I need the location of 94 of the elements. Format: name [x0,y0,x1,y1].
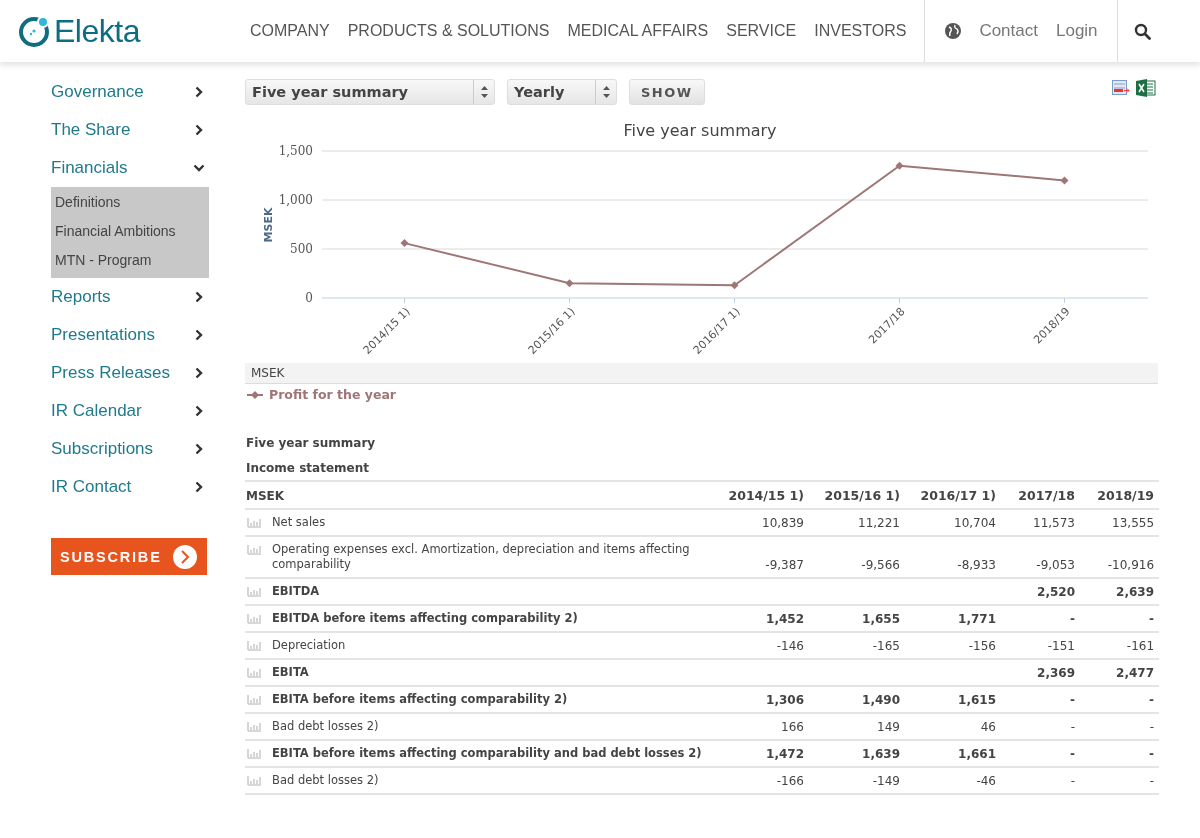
table-cell: - [1149,612,1155,626]
table-cell: 1,639 [862,747,900,761]
column-header: 2018/19 [1080,481,1160,509]
table-cell: 1,655 [862,612,900,626]
logo-text[interactable]: Elekta [54,12,140,50]
axis-title: MSEK [262,207,275,243]
table-cell: 11,221 [858,516,900,530]
column-header: MSEK [245,481,713,509]
row-label: EBITDA [272,584,321,599]
table-cell: - [1149,693,1155,707]
sidebar-item[interactable]: Governance [51,73,209,111]
sidebar-item[interactable]: IR Calendar [51,392,209,430]
table-cell: -146 [776,639,804,653]
table-cell: -165 [872,639,900,653]
table-cell: - [1070,774,1075,788]
table-cell: 2,639 [1116,585,1155,599]
subscribe-button[interactable]: SUBSCRIBE [51,538,207,575]
table-cell: -151 [1047,639,1075,653]
submenu-item[interactable]: Definitions [51,188,209,217]
table-cell: -149 [872,774,900,788]
row-label: EBITA before items affecting comparability and bad debt losses 2) [272,746,703,761]
axis-tick-label: 1,000 [278,193,313,207]
table-cell: -10,916 [1107,558,1155,572]
sidebar-item[interactable]: Subscriptions [51,430,209,468]
table-cell: 2,477 [1116,666,1155,680]
table-cell: 1,490 [862,693,900,707]
chart-title: Five year summary [623,121,777,140]
row-label: Depreciation [272,638,347,653]
axis-tick-label: 0 [305,291,313,305]
table-cell: -8,933 [957,558,996,572]
contact-link[interactable]: Contact [979,21,1038,41]
legend-header: MSEK [245,363,1158,384]
table-cell: 149 [877,720,900,734]
row-label: Operating expenses excl. Amortization, depreciation and items affecting comparability [272,542,691,572]
submenu-item[interactable]: Financial Ambitions [51,217,209,246]
table-cell: 1,661 [958,747,996,761]
table-cell: 1,771 [958,612,996,626]
nav-link[interactable]: MEDICAL AFFAIRS [567,22,709,40]
table-cell: 13,555 [1112,516,1155,530]
nav-link[interactable]: COMPANY [249,22,330,40]
axis-tick-label: 500 [290,242,313,256]
row-label: EBITDA before items affecting comparability 2) [272,611,579,626]
table-cell: -9,387 [765,558,804,572]
table-cell: 166 [781,720,804,734]
sidebar-item[interactable]: Presentations [51,316,209,354]
table-cell: -46 [976,774,996,788]
show-button[interactable]: SHOW [629,79,705,105]
row-label: Net sales [272,515,327,530]
submenu-item[interactable]: MTN - Program [51,246,209,275]
table-cell: - [1149,774,1155,788]
column-header: 2015/16 1) [809,481,905,509]
sidebar-item[interactable]: IR Contact [51,468,209,506]
period-select[interactable]: Yearly [507,79,617,105]
nav-link[interactable]: SERVICE [726,22,797,40]
login-link[interactable]: Login [1055,21,1098,41]
row-label: Bad debt losses 2) [272,773,380,788]
table-cell: 1,472 [766,747,804,761]
table-cell: 46 [980,720,996,734]
table-cell: - [1149,747,1155,761]
table-cell: - [1070,720,1075,734]
axis-tick-label: 1,500 [278,144,313,158]
table-cell: -156 [968,639,996,653]
row-label: EBITA [272,665,310,680]
table-cell: -161 [1126,639,1155,653]
table-section-heading: Income statement [245,455,1160,481]
sidebar-item[interactable]: Financials [51,149,209,187]
column-header: 2017/18 [1001,481,1080,509]
table-cell: - [1149,720,1155,734]
table-cell: - [1070,693,1075,707]
table-cell: 10,839 [762,516,804,530]
table-cell: 1,306 [766,693,804,707]
table-cell: 11,573 [1033,516,1075,530]
sidebar-item[interactable]: Reports [51,278,209,316]
table-cell: 10,704 [954,516,996,530]
table-cell: - [1070,747,1075,761]
table-cell: - [1070,612,1075,626]
legend-item[interactable]: Profit for the year [247,387,396,402]
table-cell: 1,615 [958,693,996,707]
table-cell: 2,369 [1037,666,1075,680]
table-cell: -9,566 [861,558,900,572]
table-cell: 2,520 [1037,585,1075,599]
row-label: Bad debt losses 2) [272,719,380,734]
sidebar-item[interactable]: The Share [51,111,209,149]
table-cell: -9,053 [1036,558,1075,572]
report-select[interactable]: Five year summary [245,79,495,105]
table-title: Five year summary [245,435,377,452]
table-cell: -166 [776,774,804,788]
nav-link[interactable]: PRODUCTS & SOLUTIONS [347,22,550,40]
row-label: EBITA before items affecting comparability 2) [272,692,569,707]
column-header: 2014/15 1) [713,481,809,509]
sidebar-item[interactable]: Press Releases [51,354,209,392]
table-cell: 1,452 [766,612,804,626]
nav-link[interactable]: INVESTORS [814,22,907,40]
column-header: 2016/17 1) [905,481,1001,509]
